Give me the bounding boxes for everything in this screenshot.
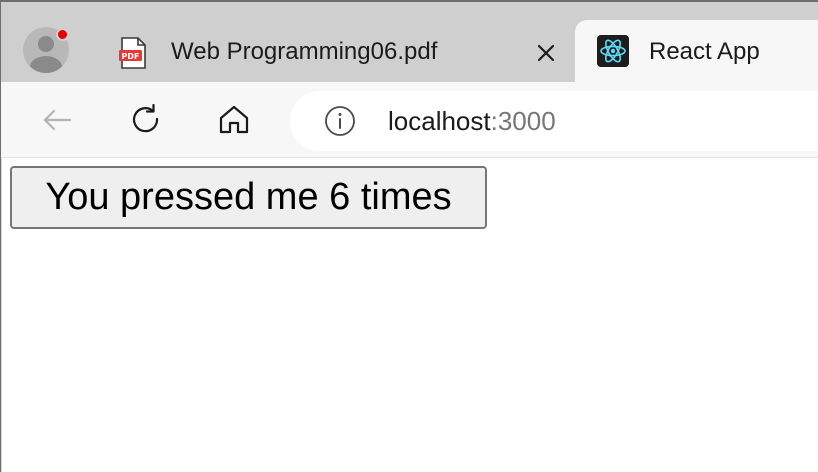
avatar-head [38, 36, 54, 52]
close-icon[interactable] [535, 42, 557, 64]
browser-window: PDF Web Programming06.pdf React App loca… [0, 0, 818, 472]
back-arrow-icon[interactable] [39, 102, 75, 138]
tab-title: Web Programming06.pdf [171, 38, 438, 65]
url-text[interactable]: localhost:3000 [388, 106, 556, 137]
react-icon [597, 35, 629, 67]
avatar-shoulders [30, 56, 62, 73]
home-icon[interactable] [216, 102, 252, 138]
svg-text:PDF: PDF [122, 52, 140, 61]
browser-toolbar: localhost:3000 [1, 82, 818, 158]
counter-button[interactable]: You pressed me 6 times [10, 166, 487, 229]
pdf-icon: PDF [119, 37, 146, 69]
tab-web-programming-pdf[interactable]: PDF Web Programming06.pdf [101, 20, 569, 82]
page-content: You pressed me 6 times [1, 158, 818, 472]
notification-dot-icon [56, 28, 69, 41]
url-host: localhost [388, 106, 491, 136]
tab-react-app[interactable]: React App [575, 20, 818, 82]
tab-title: React App [649, 38, 760, 65]
info-icon[interactable] [324, 105, 356, 137]
address-bar[interactable]: localhost:3000 [290, 91, 818, 151]
url-port: :3000 [490, 106, 556, 136]
reload-icon[interactable] [128, 102, 164, 138]
tab-strip: PDF Web Programming06.pdf React App [1, 2, 818, 82]
